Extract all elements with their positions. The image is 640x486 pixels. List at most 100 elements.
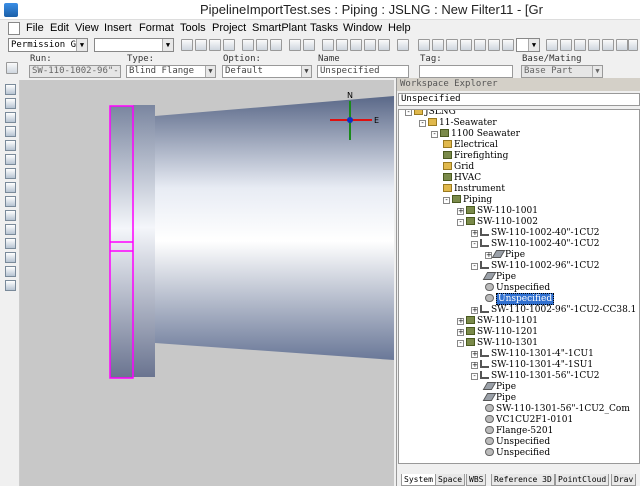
tree-node[interactable]: HVAC bbox=[443, 173, 481, 184]
tab-drawings[interactable]: Drav bbox=[611, 474, 637, 486]
tree-node[interactable]: + SW-110-1101 bbox=[457, 316, 538, 327]
tree-node[interactable]: - Piping bbox=[443, 195, 492, 206]
support-icon[interactable] bbox=[5, 238, 16, 249]
tag-field[interactable] bbox=[419, 65, 513, 78]
app-icon[interactable] bbox=[4, 3, 18, 17]
document-icon[interactable] bbox=[8, 22, 20, 35]
menu-edit[interactable]: Edit bbox=[50, 22, 69, 34]
refresh-icon[interactable] bbox=[418, 39, 430, 51]
tree-node-label[interactable]: SW-110-1002-40"-1CU2 bbox=[491, 239, 600, 249]
tree-node[interactable]: + SW-110-1201 bbox=[457, 327, 538, 338]
camera-icon[interactable] bbox=[616, 39, 628, 51]
tree-node[interactable]: Pipe bbox=[482, 382, 516, 393]
tree-node-label[interactable]: SW-110-1002 bbox=[477, 217, 538, 227]
tree-node-label[interactable]: 1100 Seawater bbox=[451, 129, 520, 139]
chevron-down-icon[interactable]: ▼ bbox=[162, 39, 173, 51]
zoom-icon[interactable] bbox=[560, 39, 572, 51]
save-icon[interactable] bbox=[209, 39, 221, 51]
tree-node-label[interactable]: SW-110-1301-4"-1CU1 bbox=[491, 349, 594, 359]
move-icon[interactable] bbox=[289, 39, 301, 51]
properties-icon[interactable] bbox=[432, 39, 444, 51]
tree-node-label[interactable]: Electrical bbox=[454, 140, 498, 150]
menu-smartplant[interactable]: SmartPlant bbox=[252, 22, 306, 34]
menu-tasks[interactable]: Tasks bbox=[310, 22, 338, 34]
tree-node[interactable]: - SW-110-1002 bbox=[457, 217, 538, 228]
tree-node[interactable]: Pipe bbox=[482, 393, 516, 404]
clip-icon[interactable] bbox=[364, 39, 376, 51]
copy-icon[interactable] bbox=[242, 39, 254, 51]
tab-reference-3d[interactable]: Reference 3D bbox=[491, 474, 555, 486]
open-icon[interactable] bbox=[195, 39, 207, 51]
render-icon[interactable] bbox=[488, 39, 500, 51]
tree-node-label[interactable]: SW-110-1002-96"-1CU2-CC38.1 bbox=[491, 305, 636, 315]
select-icon[interactable] bbox=[322, 39, 334, 51]
tree-node-label[interactable]: SW-110-1001 bbox=[477, 206, 538, 216]
orbit-icon[interactable] bbox=[602, 39, 614, 51]
tree-node-label[interactable]: Unspecified bbox=[496, 448, 550, 458]
insert-specialty-icon[interactable] bbox=[5, 126, 16, 137]
tree-node[interactable]: Firefighting bbox=[443, 151, 508, 162]
tree-node-label[interactable]: Grid bbox=[454, 162, 474, 172]
tree-node-label[interactable]: SW-110-1201 bbox=[477, 327, 538, 337]
tree-node-label[interactable]: Pipe bbox=[496, 382, 516, 392]
tree-node-label[interactable]: Pipe bbox=[496, 272, 516, 282]
reducer-pipe[interactable] bbox=[155, 96, 394, 360]
tree-node[interactable]: Unspecified bbox=[485, 448, 550, 459]
tree-node[interactable]: Unspecified bbox=[485, 437, 550, 448]
tree-node[interactable]: VC1CU2F1-0101 bbox=[485, 415, 573, 426]
tree-node-label[interactable]: SW-110-1101 bbox=[477, 316, 538, 326]
tree-node[interactable]: Pipe bbox=[482, 272, 516, 283]
tree-node[interactable]: + SW-110-1002-96"-1CU2-CC38.1 bbox=[471, 305, 636, 316]
tree-node-label[interactable]: HVAC bbox=[454, 173, 481, 183]
tree-node-label[interactable]: 11-Seawater bbox=[439, 118, 497, 128]
menu-window[interactable]: Window bbox=[343, 22, 382, 34]
expand-icon[interactable]: + bbox=[471, 362, 478, 369]
tab-system[interactable]: System bbox=[401, 474, 436, 486]
tree-node[interactable]: Unspecified bbox=[485, 293, 555, 305]
explorer-tree[interactable]: - JSLNG -11-Seawater -1100 Seawater Electric… bbox=[398, 109, 640, 464]
secondary-combo[interactable]: ▼ bbox=[94, 38, 174, 52]
chevron-down-icon[interactable]: ▼ bbox=[76, 39, 87, 51]
fit-icon[interactable] bbox=[588, 39, 600, 51]
route-pipe-icon[interactable] bbox=[5, 98, 16, 109]
delete-icon[interactable] bbox=[270, 39, 282, 51]
properties-dialog-icon[interactable] bbox=[6, 62, 18, 74]
tree-node-label[interactable]: SW-110-1301-56"-1CU2 bbox=[491, 371, 600, 381]
tree-node-label[interactable]: Unspecified bbox=[496, 283, 550, 293]
collapse-icon[interactable]: - bbox=[471, 373, 478, 380]
tree-node[interactable]: - 11-Seawater bbox=[419, 118, 497, 129]
name-field[interactable]: Unspecified bbox=[317, 65, 409, 78]
tree-node-label[interactable]: SW-110-1002-96"-1CU2 bbox=[491, 261, 600, 271]
base-mating-combo[interactable]: Base Part ▼ bbox=[521, 65, 603, 78]
collapse-icon[interactable]: - bbox=[443, 197, 450, 204]
hide-icon[interactable] bbox=[502, 39, 514, 51]
insert-split-icon[interactable] bbox=[5, 168, 16, 179]
menu-insert[interactable]: Insert bbox=[104, 22, 132, 34]
measure-icon[interactable] bbox=[350, 39, 362, 51]
print-icon[interactable] bbox=[223, 39, 235, 51]
slope-icon[interactable] bbox=[5, 224, 16, 235]
tree-node[interactable]: - SW-110-1002-40"-1CU2 bbox=[471, 239, 600, 250]
collapse-icon[interactable]: - bbox=[457, 219, 464, 226]
menu-view[interactable]: View bbox=[75, 22, 99, 34]
tree-node[interactable]: + SW-110-1301-4"-1SU1 bbox=[471, 360, 593, 371]
tree-node[interactable]: - JSLNG bbox=[405, 110, 456, 118]
zoom-combo[interactable]: ▼ bbox=[516, 38, 540, 52]
tree-node-label[interactable]: Pipe bbox=[505, 250, 525, 260]
new-icon[interactable] bbox=[181, 39, 193, 51]
snap-icon[interactable] bbox=[474, 39, 486, 51]
expand-icon[interactable]: + bbox=[471, 351, 478, 358]
tree-node[interactable]: - SW-110-1002-96"-1CU2 bbox=[471, 261, 600, 272]
collapse-icon[interactable]: - bbox=[405, 110, 412, 116]
tree-node-label[interactable]: Piping bbox=[463, 195, 492, 205]
expand-icon[interactable]: + bbox=[457, 318, 464, 325]
insert-component-icon[interactable] bbox=[5, 112, 16, 123]
expand-icon[interactable]: + bbox=[457, 329, 464, 336]
tab-pointcloud[interactable]: PointCloud bbox=[555, 474, 610, 486]
tree-node-label[interactable]: VC1CU2F1-0101 bbox=[496, 415, 573, 425]
help-icon[interactable] bbox=[628, 39, 638, 51]
collapse-icon[interactable]: - bbox=[471, 263, 478, 270]
tree-node[interactable]: - SW-110-1301 bbox=[457, 338, 538, 349]
chevron-down-icon[interactable]: ▼ bbox=[528, 39, 539, 51]
tree-node[interactable]: SW-110-1301-56"-1CU2_Com bbox=[485, 404, 630, 415]
